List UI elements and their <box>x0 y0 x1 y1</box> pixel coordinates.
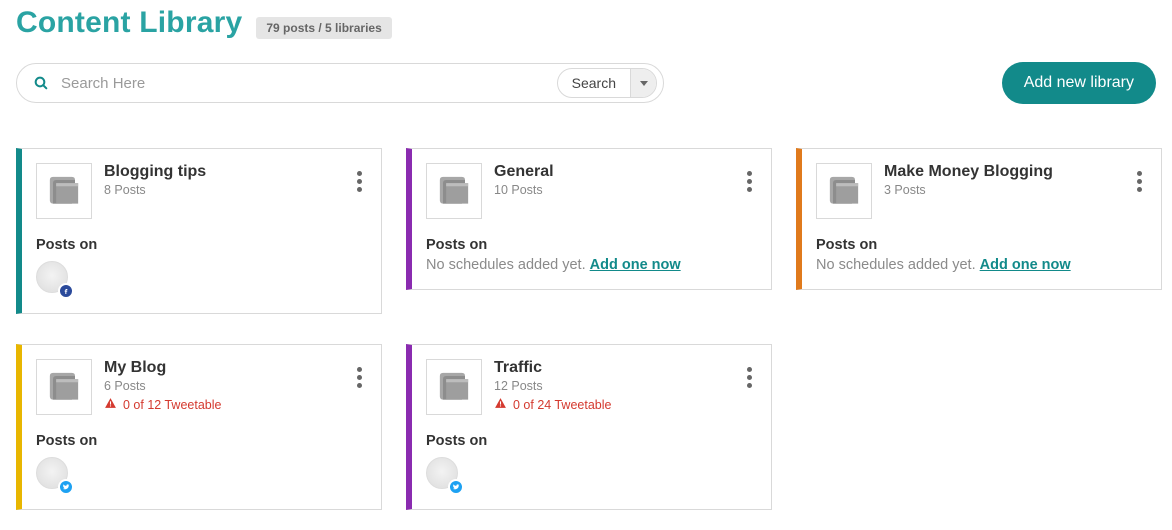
library-card[interactable]: Make Money Blogging 3 Posts Posts on No … <box>796 148 1162 290</box>
summary-badge: 79 posts / 5 libraries <box>256 17 391 39</box>
card-menu-button[interactable] <box>349 365 369 389</box>
library-title: Blogging tips <box>104 163 206 181</box>
toolbar: Search Add new library <box>16 62 1156 104</box>
library-post-count: 6 Posts <box>104 379 221 393</box>
search-input[interactable] <box>61 75 545 92</box>
search-kind-dropdown[interactable]: Search <box>557 68 657 98</box>
library-post-count: 10 Posts <box>494 183 554 197</box>
library-thumbnail <box>426 359 482 415</box>
library-cards-grid: Blogging tips 8 Posts Posts on General 1… <box>16 148 1156 510</box>
page-header: Content Library 79 posts / 5 libraries <box>16 0 1156 40</box>
search-kind-label: Search <box>558 75 630 91</box>
library-thumbnail <box>36 163 92 219</box>
page-title: Content Library <box>16 6 242 40</box>
no-schedule-text: No schedules added yet. Add one now <box>426 257 757 273</box>
card-header: General 10 Posts <box>426 163 757 219</box>
facebook-icon <box>58 283 74 299</box>
library-card[interactable]: Blogging tips 8 Posts Posts on <box>16 148 382 314</box>
library-card[interactable]: Traffic 12 Posts 0 of 24 Tweetable Posts… <box>406 344 772 510</box>
library-card[interactable]: General 10 Posts Posts on No schedules a… <box>406 148 772 290</box>
library-post-count: 12 Posts <box>494 379 611 393</box>
library-post-count: 3 Posts <box>884 183 1053 197</box>
warning-icon <box>104 397 117 413</box>
card-header: Make Money Blogging 3 Posts <box>816 163 1147 219</box>
warning-row: 0 of 24 Tweetable <box>494 397 611 413</box>
library-card[interactable]: My Blog 6 Posts 0 of 12 Tweetable Posts … <box>16 344 382 510</box>
search-bar[interactable]: Search <box>16 63 664 103</box>
library-title: Make Money Blogging <box>884 163 1053 181</box>
library-title: My Blog <box>104 359 221 377</box>
twitter-icon <box>448 479 464 495</box>
chevron-down-icon <box>630 69 656 97</box>
profile-avatar[interactable] <box>36 457 72 493</box>
card-header: My Blog 6 Posts 0 of 12 Tweetable <box>36 359 367 415</box>
library-thumbnail <box>36 359 92 415</box>
posts-on-label: Posts on <box>36 237 367 253</box>
warning-row: 0 of 12 Tweetable <box>104 397 221 413</box>
warning-text: 0 of 12 Tweetable <box>123 398 221 412</box>
warning-text: 0 of 24 Tweetable <box>513 398 611 412</box>
library-post-count: 8 Posts <box>104 183 206 197</box>
profile-avatar[interactable] <box>426 457 462 493</box>
card-header: Traffic 12 Posts 0 of 24 Tweetable <box>426 359 757 415</box>
posts-on-label: Posts on <box>816 237 1147 253</box>
card-header: Blogging tips 8 Posts <box>36 163 367 219</box>
warning-icon <box>494 397 507 413</box>
add-new-library-button[interactable]: Add new library <box>1002 62 1156 104</box>
library-thumbnail <box>426 163 482 219</box>
card-menu-button[interactable] <box>739 365 759 389</box>
library-title: General <box>494 163 554 181</box>
no-schedule-text: No schedules added yet. Add one now <box>816 257 1147 273</box>
search-icon <box>33 75 49 91</box>
posts-on-label: Posts on <box>426 433 757 449</box>
add-schedule-link[interactable]: Add one now <box>590 257 681 273</box>
twitter-icon <box>58 479 74 495</box>
library-thumbnail <box>816 163 872 219</box>
profile-avatar[interactable] <box>36 261 72 297</box>
library-title: Traffic <box>494 359 611 377</box>
card-menu-button[interactable] <box>739 169 759 193</box>
posts-on-label: Posts on <box>36 433 367 449</box>
posts-on-label: Posts on <box>426 237 757 253</box>
card-menu-button[interactable] <box>1129 169 1149 193</box>
card-menu-button[interactable] <box>349 169 369 193</box>
add-schedule-link[interactable]: Add one now <box>980 257 1071 273</box>
